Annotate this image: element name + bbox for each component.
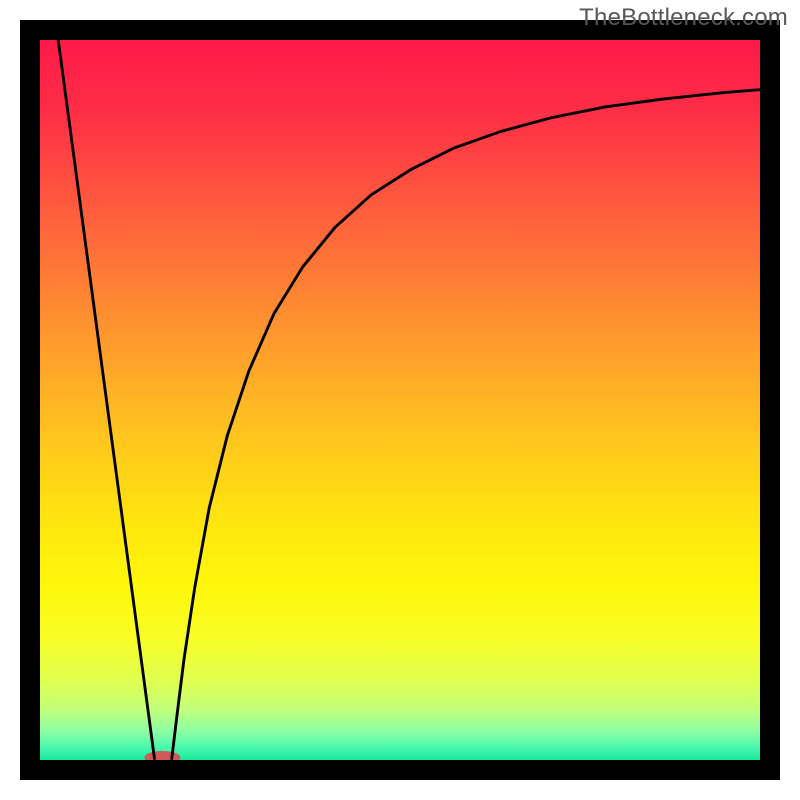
chart-svg: [0, 0, 800, 800]
plot-background: [40, 40, 760, 760]
bottleneck-chart: TheBottleneck.com: [0, 0, 800, 800]
watermark-text: TheBottleneck.com: [579, 4, 788, 32]
